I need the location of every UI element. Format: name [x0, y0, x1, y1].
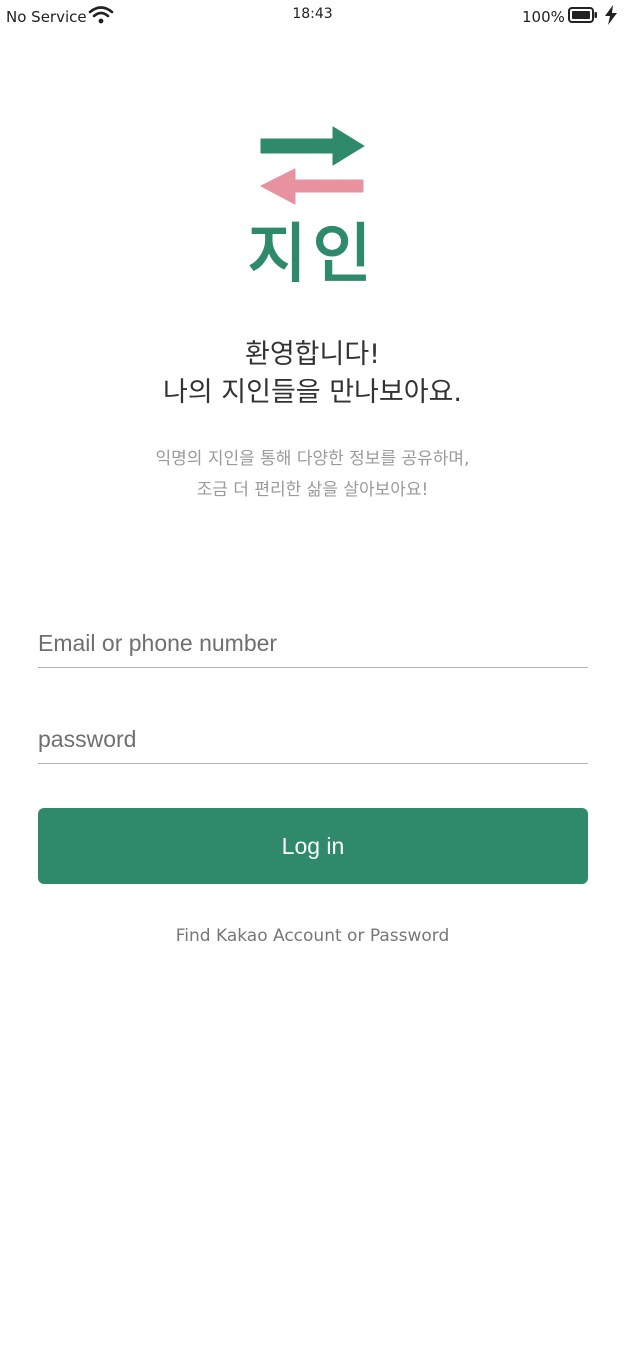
email-field[interactable]	[38, 620, 588, 668]
login-button[interactable]: Log in	[38, 808, 588, 884]
battery-icon	[568, 7, 597, 23]
welcome-line-2: 나의 지인들을 만나보아요.	[163, 377, 462, 408]
charging-bolt-icon	[605, 5, 617, 25]
subtitle-line-2: 조금 더 편리한 삶을 살아보아요!	[196, 480, 429, 500]
battery-percent: 100%	[522, 8, 565, 26]
subtitle-line-1: 익명의 지인을 통해 다양한 정보를 공유하며,	[155, 449, 470, 469]
find-account-link[interactable]: Find Kakao Account or Password	[0, 926, 625, 946]
welcome-line-1: 환영합니다!	[244, 339, 381, 370]
app-logo-text: 지인	[247, 218, 378, 292]
welcome-heading: 환영합니다! 나의 지인들을 만나보아요.	[0, 336, 625, 412]
password-field[interactable]	[38, 716, 588, 764]
status-bar: No Service 18:43 100%	[0, 0, 625, 32]
welcome-subtitle: 익명의 지인을 통해 다양한 정보를 공유하며, 조금 더 편리한 삶을 살아보…	[0, 444, 625, 506]
exchange-arrows-icon	[260, 126, 365, 205]
